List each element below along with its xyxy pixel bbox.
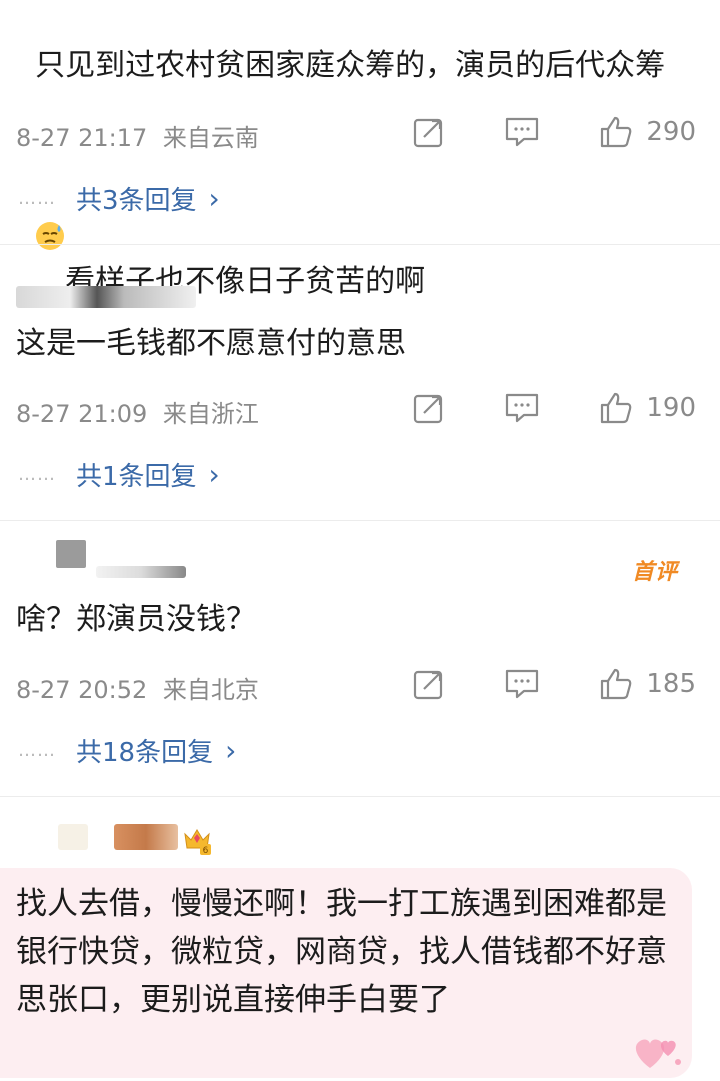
hearts-decoration-icon bbox=[635, 1039, 681, 1068]
like-button[interactable]: 290 bbox=[598, 114, 696, 150]
like-icon bbox=[601, 116, 632, 148]
avatar-blurred bbox=[56, 540, 86, 568]
comment-actions: 290 bbox=[354, 114, 696, 150]
username-blurred bbox=[16, 286, 196, 308]
repost-button[interactable] bbox=[412, 667, 446, 701]
reply-dots: …… bbox=[18, 740, 56, 761]
reply-dots: …… bbox=[18, 464, 56, 485]
chevron-right-icon: › bbox=[225, 734, 237, 767]
comment-location: 来自北京 bbox=[162, 676, 259, 704]
comment-divider bbox=[0, 796, 720, 797]
comment-actions: 185 bbox=[354, 666, 696, 702]
comment-button[interactable] bbox=[504, 115, 540, 149]
comment-time: 8-27 21:17 bbox=[16, 124, 148, 152]
avatar-blurred bbox=[58, 824, 88, 850]
username-blurred bbox=[96, 566, 186, 578]
comment-text: 这是一毛钱都不愿意付的意思 bbox=[16, 326, 406, 361]
comment-meta: 8-27 20:52 来自北京 bbox=[16, 670, 259, 705]
like-icon bbox=[601, 668, 632, 700]
chevron-right-icon: › bbox=[208, 182, 220, 215]
view-replies-link[interactable]: …… 共1条回复 › bbox=[18, 456, 220, 493]
comment-icon bbox=[506, 393, 539, 423]
like-button[interactable]: 185 bbox=[598, 666, 696, 702]
vip-crown-badge: 6 bbox=[182, 824, 212, 856]
repost-button[interactable] bbox=[412, 115, 446, 149]
repost-button[interactable] bbox=[412, 391, 446, 425]
first-comment-badge: 首评 bbox=[631, 560, 678, 585]
comment-location: 来自云南 bbox=[162, 124, 259, 152]
comment-icon bbox=[506, 669, 539, 699]
reply-count: 共3条回复 bbox=[76, 186, 197, 216]
repost-icon bbox=[414, 394, 443, 424]
comment-text-line: 只见到过农村贫困家庭众筹的，演员的后代众筹 bbox=[35, 48, 666, 83]
vip-level: 6 bbox=[203, 846, 209, 856]
comment-text: 啥？郑演员没钱？ bbox=[16, 602, 256, 637]
comment-button[interactable] bbox=[504, 667, 540, 701]
comment-divider bbox=[0, 520, 720, 521]
like-button[interactable]: 190 bbox=[598, 390, 696, 426]
comment-button[interactable] bbox=[504, 391, 540, 425]
comment-meta: 8-27 21:17 来自云南 bbox=[16, 118, 259, 153]
like-count: 190 bbox=[646, 393, 696, 423]
repost-icon bbox=[414, 670, 443, 700]
like-count: 290 bbox=[646, 117, 696, 147]
comment-text: 找人去借，慢慢还啊！我一打工族遇到困难都是银行快贷，微粒贷，网商贷，找人借钱都不… bbox=[16, 886, 667, 1018]
reply-dots: …… bbox=[18, 188, 56, 209]
chevron-right-icon: › bbox=[208, 458, 220, 491]
reply-count: 共1条回复 bbox=[76, 462, 197, 492]
comment-icon bbox=[506, 117, 539, 147]
like-icon bbox=[601, 392, 632, 424]
comment-location: 来自浙江 bbox=[162, 400, 259, 428]
comment-divider bbox=[0, 244, 720, 245]
reply-count: 共18条回复 bbox=[76, 738, 214, 768]
comment-meta: 8-27 21:09 来自浙江 bbox=[16, 394, 259, 429]
view-replies-link[interactable]: …… 共18条回复 › bbox=[18, 732, 236, 769]
repost-icon bbox=[414, 118, 443, 148]
username-blurred bbox=[114, 824, 178, 850]
comment-actions: 190 bbox=[354, 390, 696, 426]
view-replies-link[interactable]: …… 共3条回复 › bbox=[18, 180, 220, 217]
comment-time: 8-27 20:52 bbox=[16, 676, 148, 704]
comment-time: 8-27 21:09 bbox=[16, 400, 148, 428]
like-count: 185 bbox=[646, 669, 696, 699]
